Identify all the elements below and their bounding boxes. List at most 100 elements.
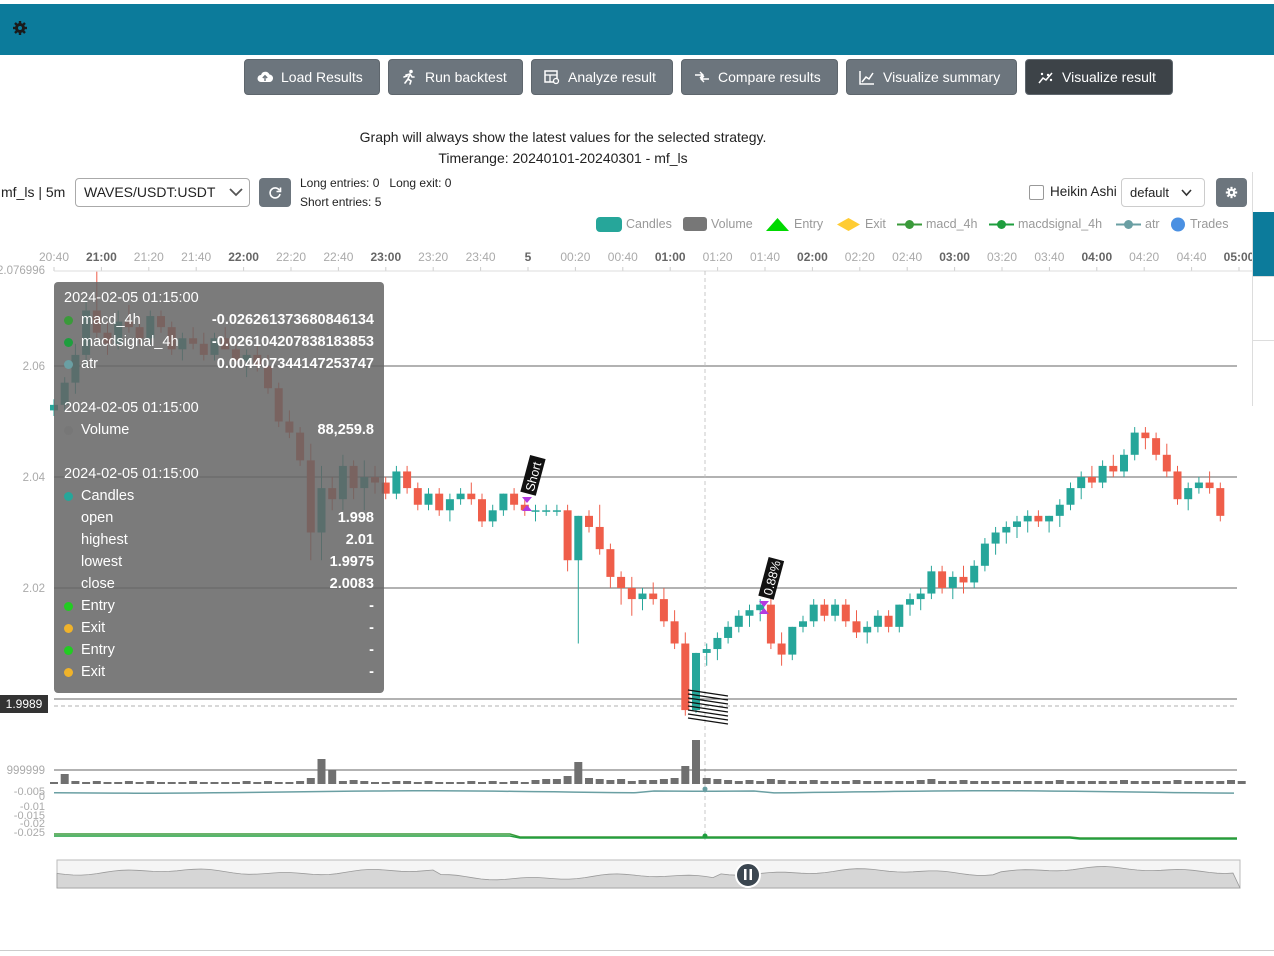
layout-select[interactable]: default xyxy=(1121,178,1205,207)
volume-bar xyxy=(306,778,315,784)
legend-entry[interactable]: Entry xyxy=(765,216,823,232)
volume-bar xyxy=(991,781,1000,784)
tooltip-value: 0.004407344147253747 xyxy=(216,356,374,372)
tooltip-time: 2024-02-05 01:15:00 xyxy=(64,398,374,418)
legend-volume[interactable]: Volume xyxy=(683,216,753,232)
legend-trades[interactable]: Trades xyxy=(1170,216,1228,232)
tooltip-value: - xyxy=(369,620,374,636)
side-panel[interactable] xyxy=(1252,172,1274,406)
x-tick-label: 21:40 xyxy=(181,250,211,264)
x-tick-label: 02:20 xyxy=(845,250,875,264)
macd-point xyxy=(702,833,708,839)
volume-bar xyxy=(1045,781,1054,784)
run-backtest-button[interactable]: Run backtest xyxy=(388,59,523,95)
layout-select-value: default xyxy=(1130,185,1170,200)
tooltip-row: highest 2.01 xyxy=(64,530,374,550)
volume-bar xyxy=(253,782,262,784)
candle-body xyxy=(873,615,882,627)
legend-atr[interactable]: atr xyxy=(1116,216,1160,232)
candle-body xyxy=(1066,488,1075,505)
y-tick-label: 2.06 xyxy=(23,361,45,373)
load-results-button[interactable]: Load Results xyxy=(244,59,380,95)
tooltip-row: open 1.998 xyxy=(64,508,374,528)
volume-bar xyxy=(659,779,668,784)
chart-settings-button[interactable] xyxy=(1216,178,1247,207)
x-tick-label: 01:40 xyxy=(750,250,780,264)
legend-macd[interactable]: macd_4h xyxy=(897,216,977,232)
volume-bar xyxy=(392,781,401,784)
line-chart-icon xyxy=(859,70,874,85)
volume-tick-label: 999999 xyxy=(7,765,45,777)
volume-bar xyxy=(71,781,80,784)
series-dot-icon xyxy=(64,645,73,655)
candle-body xyxy=(627,588,636,600)
compare-results-label: Compare results xyxy=(718,69,821,85)
volume-bar xyxy=(1194,781,1203,784)
candle-body xyxy=(681,643,690,711)
volume-bar xyxy=(199,782,208,784)
volume-bar xyxy=(724,780,733,784)
volume-bar xyxy=(595,779,604,784)
compare-results-button[interactable]: Compare results xyxy=(681,59,838,95)
trade-profit-text: 0.88% xyxy=(761,559,784,597)
legend-label: Volume xyxy=(711,217,753,231)
candle-body xyxy=(435,493,444,511)
legend-macdsignal[interactable]: macdsignal_4h xyxy=(989,216,1102,232)
series-dot-icon xyxy=(64,315,73,325)
visualize-summary-button[interactable]: Visualize summary xyxy=(846,59,1017,95)
pair-select[interactable]: WAVES/USDT:USDT xyxy=(75,178,250,207)
legend-exit[interactable]: Exit xyxy=(836,216,886,232)
volume-bar xyxy=(210,782,219,784)
series-dot-icon xyxy=(64,425,73,435)
visualize-result-label: Visualize result xyxy=(1062,69,1156,85)
visualize-result-button[interactable]: Visualize result xyxy=(1025,59,1173,95)
series-dot-icon xyxy=(64,601,73,611)
tooltip-label: macd_4h xyxy=(81,312,141,328)
refresh-button[interactable] xyxy=(259,178,291,207)
volume-bar xyxy=(1077,781,1086,784)
gear-icon xyxy=(1225,186,1238,199)
candle-body xyxy=(403,471,412,489)
volume-bar xyxy=(1152,781,1161,784)
tooltip-label: Entry xyxy=(81,598,115,614)
volume-bar xyxy=(574,762,583,784)
candle-body xyxy=(1152,438,1161,455)
candle-body xyxy=(424,493,433,505)
series-dot-icon xyxy=(64,558,73,567)
volume-bar xyxy=(221,782,230,784)
tooltip-label: atr xyxy=(81,356,98,372)
side-panel-active-item[interactable] xyxy=(1253,212,1274,276)
candle-body xyxy=(980,543,989,566)
volume-bar xyxy=(970,781,979,784)
heikin-ashi-checkbox[interactable] xyxy=(1029,185,1044,200)
tooltip-time-text: 2024-02-05 01:15:00 xyxy=(64,400,199,416)
volume-bar xyxy=(478,782,486,784)
tooltip-value: 2.01 xyxy=(345,532,374,548)
volume-bar xyxy=(766,779,775,784)
x-tick-label: 01:00 xyxy=(655,250,686,264)
candle-body xyxy=(948,576,957,588)
candle-body xyxy=(595,526,604,550)
pause-bar-icon xyxy=(744,869,747,880)
volume-bar xyxy=(542,779,551,784)
tooltip-row: macd_4h -0.026261373680846134 xyxy=(64,310,374,330)
volume-bar xyxy=(884,781,893,784)
volume-bar xyxy=(467,781,476,784)
x-tick-label: 04:00 xyxy=(1081,250,1112,264)
app-top-bar xyxy=(0,4,1274,55)
x-tick-label: 23:20 xyxy=(418,250,448,264)
candle-body xyxy=(531,510,540,512)
volume-bar xyxy=(681,766,690,784)
volume-bar xyxy=(906,781,914,784)
volume-bar xyxy=(1205,781,1214,784)
short-entries-text: Short entries: 5 xyxy=(300,195,382,209)
series-dot-icon xyxy=(64,536,73,545)
series-dot-icon xyxy=(64,514,73,523)
x-tick-label: 22:20 xyxy=(276,250,306,264)
volume-bar xyxy=(403,781,412,784)
refresh-icon xyxy=(269,187,282,199)
analyze-result-button[interactable]: Analyze result xyxy=(531,59,673,95)
legend-label: Exit xyxy=(865,217,886,231)
legend-candles[interactable]: Candles xyxy=(596,216,672,232)
settings-gear-icon[interactable] xyxy=(12,20,28,36)
